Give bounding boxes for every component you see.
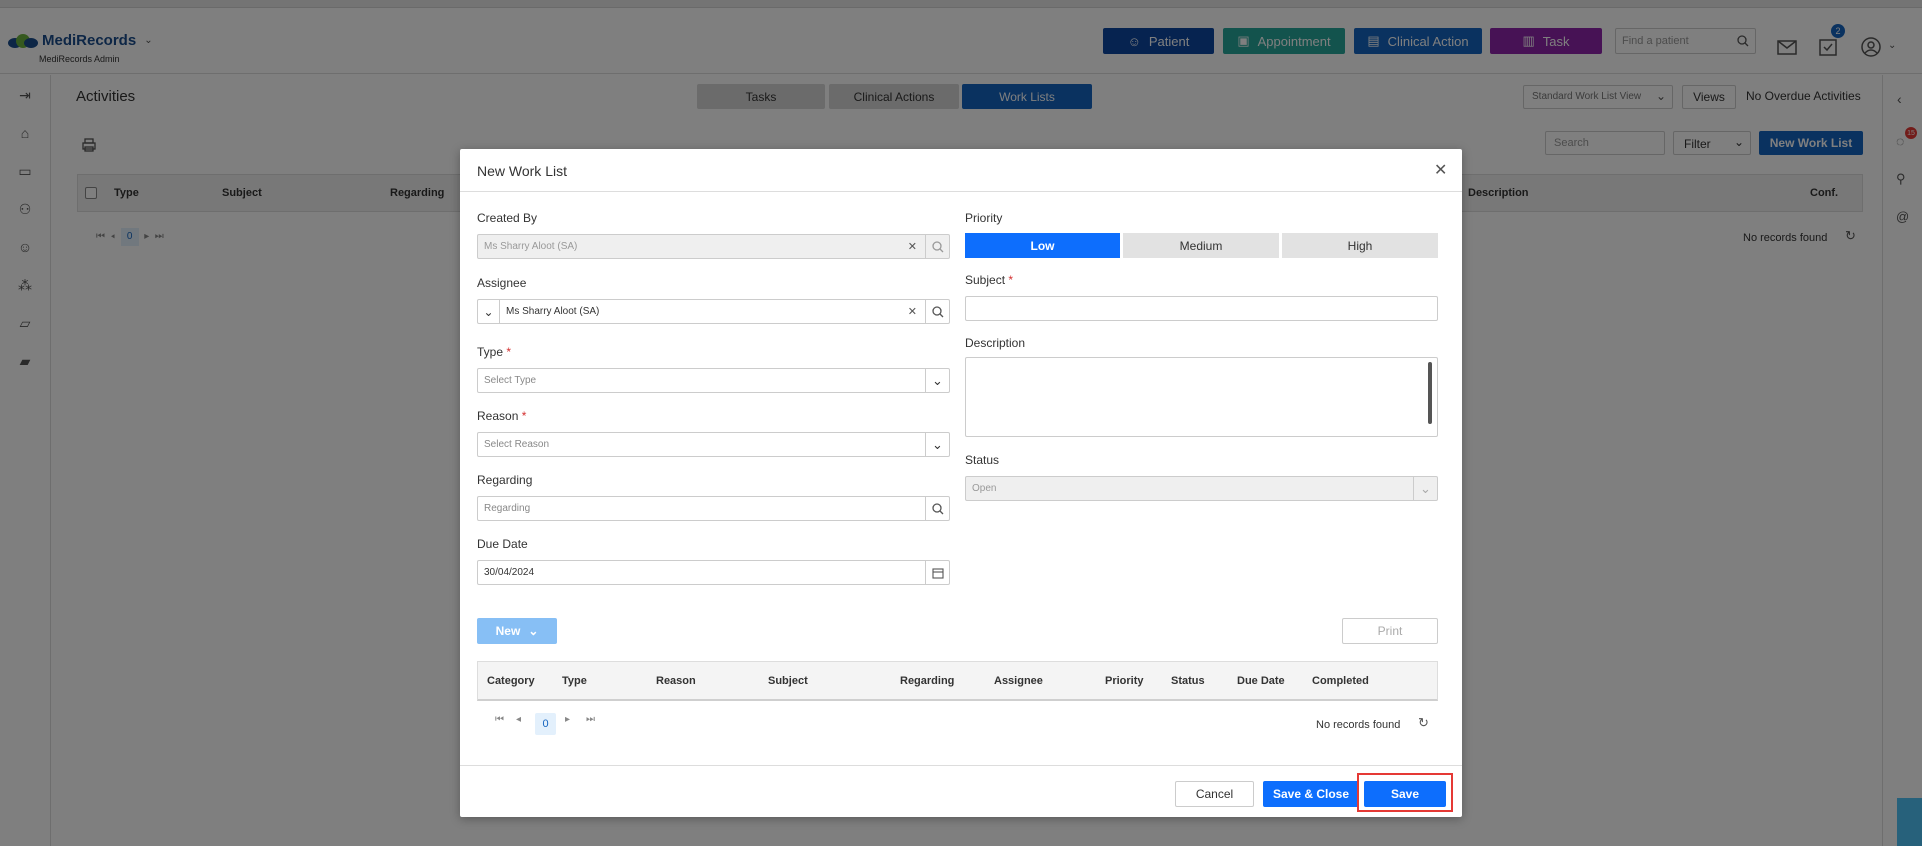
column-type[interactable]: Type (562, 675, 587, 687)
description-textarea[interactable] (965, 357, 1438, 437)
column-subject[interactable]: Subject (768, 675, 808, 687)
print-button[interactable]: Print (1342, 618, 1438, 644)
footer-divider (460, 765, 1462, 766)
search-icon (925, 235, 949, 258)
column-due-date[interactable]: Due Date (1237, 675, 1285, 687)
priority-low[interactable]: Low (965, 233, 1120, 258)
assignee-label: Assignee (477, 276, 527, 290)
save-and-close-button[interactable]: Save & Close (1263, 781, 1359, 807)
column-category[interactable]: Category (487, 675, 535, 687)
divider (460, 191, 1462, 192)
dialog-title: New Work List (477, 163, 567, 179)
regarding-label: Regarding (477, 473, 533, 487)
save-button[interactable]: Save (1364, 781, 1446, 807)
new-dropdown-button[interactable]: New ⌄ (477, 618, 557, 644)
type-select[interactable]: Select Type ⌄ (477, 368, 950, 393)
search-icon[interactable] (925, 300, 949, 323)
chevron-down-icon[interactable]: ⌄ (478, 300, 500, 323)
reason-select[interactable]: Select Reason ⌄ (477, 432, 950, 457)
current-page[interactable]: 0 (535, 713, 556, 735)
textarea-scrollbar[interactable] (1428, 362, 1432, 424)
type-label: Type * (477, 345, 512, 359)
search-icon[interactable] (925, 497, 949, 520)
no-records-text: No records found (1316, 719, 1401, 731)
next-page-icon[interactable]: ▸ (565, 714, 570, 725)
due-date-label: Due Date (477, 537, 528, 551)
calendar-icon[interactable] (925, 561, 949, 584)
column-regarding[interactable]: Regarding (900, 675, 954, 687)
refresh-icon[interactable]: ↻ (1418, 715, 1429, 731)
column-status[interactable]: Status (1171, 675, 1205, 687)
description-label: Description (965, 336, 1026, 350)
column-completed[interactable]: Completed (1312, 675, 1369, 687)
priority-medium[interactable]: Medium (1123, 233, 1279, 258)
last-page-icon[interactable]: ⏭ (586, 714, 595, 725)
priority-high[interactable]: High (1282, 233, 1438, 258)
created-by-label: Created By (477, 211, 538, 225)
chevron-down-icon[interactable]: ⌄ (925, 433, 949, 456)
assignee-field[interactable]: ⌄ Ms Sharry Aloot (SA) ✕ (477, 299, 950, 324)
new-work-list-dialog: New Work List ✕ Created By Ms Sharry Alo… (460, 149, 1462, 817)
chevron-down-icon[interactable]: ⌄ (925, 369, 949, 392)
due-date-input[interactable]: 30/04/2024 (477, 560, 950, 585)
chevron-down-icon: ⌄ (1413, 477, 1437, 500)
created-by-field: Ms Sharry Aloot (SA) ✕ (477, 234, 950, 259)
regarding-input[interactable]: Regarding (477, 496, 950, 521)
status-label: Status (965, 453, 1000, 467)
priority-label: Priority (965, 211, 1003, 225)
column-priority[interactable]: Priority (1105, 675, 1144, 687)
subject-input[interactable] (965, 296, 1438, 321)
prev-page-icon[interactable]: ◂ (516, 714, 521, 725)
status-select: Open ⌄ (965, 476, 1438, 501)
clear-icon[interactable]: ✕ (908, 305, 917, 318)
chevron-down-icon: ⌄ (528, 624, 539, 638)
column-reason[interactable]: Reason (656, 675, 696, 687)
cancel-button[interactable]: Cancel (1175, 781, 1254, 807)
activities-grid-header: Category Type Reason Subject Regarding A… (477, 661, 1438, 701)
clear-icon: ✕ (907, 241, 917, 253)
subject-label: Subject * (965, 273, 1014, 287)
reason-label: Reason * (477, 409, 527, 423)
close-icon[interactable]: ✕ (1434, 160, 1447, 180)
first-page-icon[interactable]: ⏮ (495, 714, 504, 725)
column-assignee[interactable]: Assignee (994, 675, 1043, 687)
